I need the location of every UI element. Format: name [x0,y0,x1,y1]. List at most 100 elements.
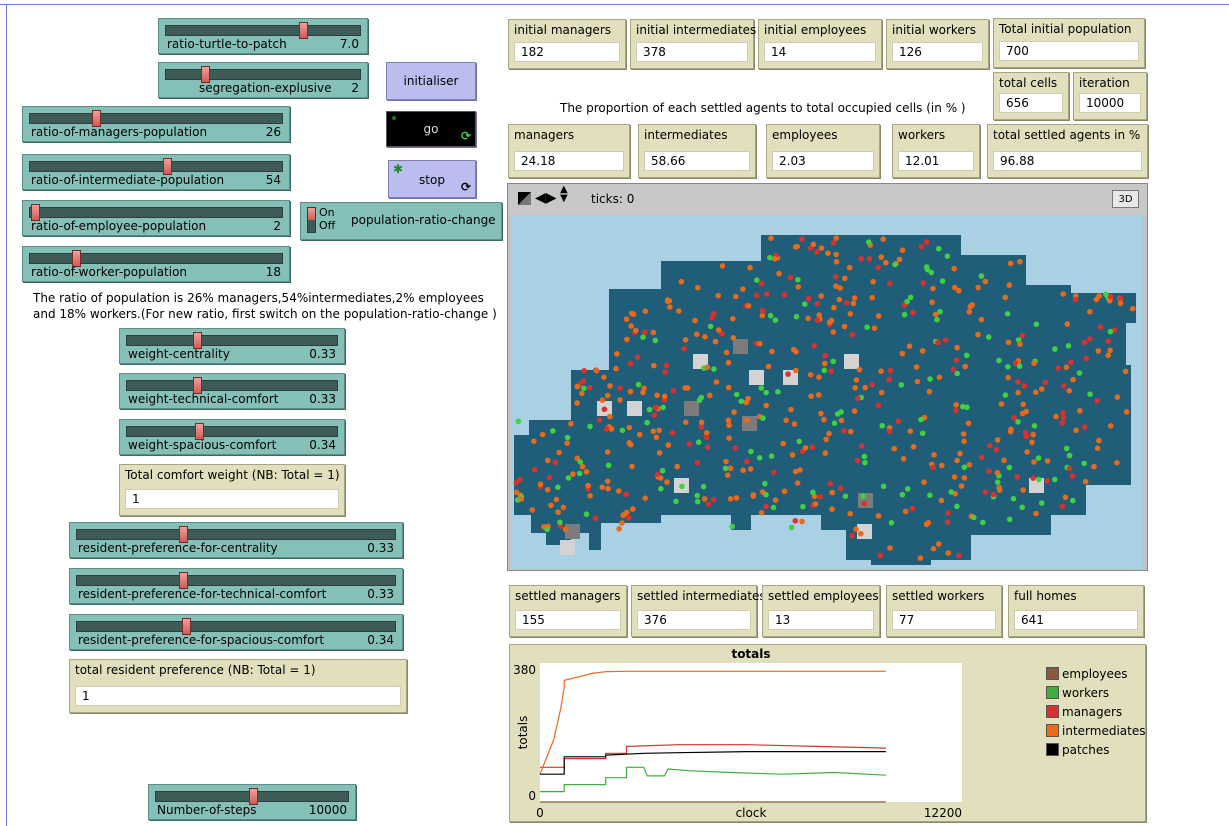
agent-dot [669,430,676,436]
slider-resident-preference-for-spacious-comfort[interactable]: resident-preference-for-spacious-comfort… [69,614,403,650]
legend-item-employees: employees [1046,667,1127,681]
agent-dot [953,402,959,408]
stop-button[interactable]: ✱ stop ⟳ [388,160,476,198]
agent-dot [831,420,838,426]
agent-dot [966,462,973,468]
slider-ratio-of-worker-population[interactable]: ratio-of-worker-population 18 [22,246,290,282]
agent-dot [698,419,705,426]
world-canvas[interactable] [511,215,1143,569]
agent-dot [961,438,967,445]
agent-dot [797,467,803,473]
slider-value: 0.34 [367,633,394,647]
agent-dot [564,434,571,441]
population-ratio-change-switch[interactable]: On Off population-ratio-change [300,202,502,240]
slider-track [76,529,396,540]
switch-on-label: On [319,206,335,219]
slider-label: ratio-turtle-to-patch [167,37,287,51]
agent-dot [1083,355,1089,362]
agent-dot [1052,476,1058,483]
arrows-vertical-icon[interactable]: ▲ ▼ [560,185,568,204]
slider-number-of-steps[interactable]: Number-of-steps 10000 [148,784,356,820]
slider-weight-technical-comfort[interactable]: weight-technical-comfort 0.33 [119,373,345,409]
agent-dot [1014,474,1021,480]
agent-dot [1060,383,1067,389]
go-button[interactable]: go ⟳ [386,111,476,147]
agent-dot [1011,415,1017,421]
slider-ratio-of-managers-population[interactable]: ratio-of-managers-population 26 [22,106,290,142]
agent-dot [711,366,717,372]
initialiser-button[interactable]: initialiser [386,62,476,100]
slider-value: 0.34 [309,438,336,452]
agent-dot [587,493,593,499]
agent-dot [810,241,817,248]
agent-dot [1096,293,1102,299]
agent-dot [793,313,800,320]
agent-dot [904,486,911,492]
agent-dot [858,255,864,262]
agent-dot [878,254,885,260]
agent-dot [529,507,536,513]
agent-dot [1023,408,1029,415]
agent-dot [967,303,974,310]
legend-item-workers: workers [1046,686,1109,700]
agent-dot [994,437,1001,443]
agent-dot [939,462,945,469]
slider-weight-spacious-comfort[interactable]: weight-spacious-comfort 0.34 [119,419,345,455]
agent-dot [715,327,722,333]
slider-weight-centrality[interactable]: weight-centrality 0.33 [119,328,345,364]
slider-resident-preference-for-centrality[interactable]: resident-preference-for-centrality 0.33 [69,522,403,558]
agent-dot [826,430,832,437]
agent-dot [676,308,682,314]
agent-dot [754,292,760,299]
agent-dot [883,259,889,266]
agent-dot [954,344,960,351]
agent-dot [599,397,606,403]
agent-dot [953,357,960,363]
agent-dot [760,415,766,421]
world-view[interactable]: ◀▶ ▲ ▼ ticks: 0 3D [507,183,1148,571]
agent-dot [951,474,958,480]
agent-dot [1077,408,1083,414]
agent-dot [833,235,840,241]
agent-dot [744,417,750,424]
agent-dot [587,384,593,391]
legend-swatch [1046,667,1059,680]
view-3d-button[interactable]: 3D [1112,190,1139,208]
settled-employees-monitor: settled employees 13 [762,585,880,637]
agent-dot [599,484,606,491]
slider-segregation-explusive[interactable]: segregation-explusive 2 [158,62,368,98]
agent-dot [923,521,930,528]
agent-dot [745,303,752,309]
agent-dot [843,300,850,306]
agent-dot [994,479,1001,486]
slider-ratio-of-employee-population[interactable]: ratio-of-employee-population 2 [22,200,290,236]
agent-dot [775,389,781,395]
agent-dot [1023,433,1030,440]
agent-dot [960,431,967,437]
agent-dot [1097,324,1104,330]
agent-dot [821,360,828,367]
slider-ratio-of-intermediate-population[interactable]: ratio-of-intermediate-population 54 [22,154,290,190]
agent-dot [646,406,653,413]
agent-dot [875,402,882,408]
agent-dot [576,470,583,477]
agent-dot [847,311,854,317]
agent-dot [921,479,927,485]
agent-dot [788,406,794,413]
switch-toggle-icon[interactable] [307,207,316,233]
agent-dot [693,331,700,338]
slider-thumb[interactable] [299,22,309,39]
settled-intermediates-monitor: settled intermediates 376 [631,585,766,637]
agent-dot [934,316,940,323]
agent-dot [1094,398,1100,404]
agent-dot [909,505,916,512]
agent-dot [982,278,989,285]
slider-resident-preference-for-technical-comfort[interactable]: resident-preference-for-technical-comfor… [69,568,403,604]
slider-ratio-turtle-to-patch[interactable]: ratio-turtle-to-patch 7.0 [158,18,368,54]
arrows-horizontal-icon[interactable]: ◀▶ [535,190,557,206]
agent-dot [617,385,623,391]
agent-dot [604,478,611,485]
agent-dot [842,275,848,282]
agent-dot [1020,401,1026,408]
agent-dot [1002,392,1009,398]
